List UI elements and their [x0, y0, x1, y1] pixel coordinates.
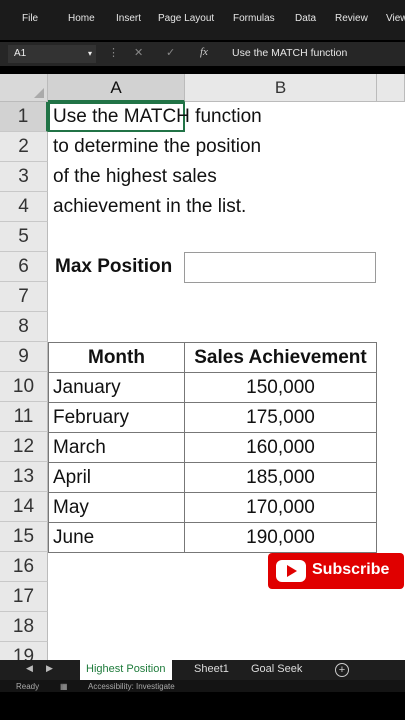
row-header-12[interactable]: 12	[0, 432, 48, 462]
sheet-tab-sheet1[interactable]: Sheet1	[188, 660, 235, 680]
macro-icon[interactable]: ▦	[60, 682, 68, 691]
max-position-input[interactable]	[184, 252, 376, 283]
cancel-icon[interactable]: ✕	[134, 46, 143, 59]
select-all-corner[interactable]	[0, 74, 48, 102]
ribbon-tab-file[interactable]: File	[22, 13, 38, 24]
status-ready: Ready	[16, 682, 40, 691]
status-bar: Ready ▦ Accessibility: Investigate	[0, 680, 405, 692]
month-cell[interactable]: June	[48, 522, 185, 553]
ribbon-tab-insert[interactable]: Insert	[116, 13, 141, 24]
row-header-19[interactable]: 19	[0, 642, 48, 660]
youtube-play-icon	[276, 560, 306, 582]
row-header-8[interactable]: 8	[0, 312, 48, 342]
row-header-6[interactable]: 6	[0, 252, 48, 282]
sales-table: Month Sales Achievement January 150,000 …	[48, 342, 377, 553]
table-row: May 170,000	[48, 492, 377, 523]
row-header-10[interactable]: 10	[0, 372, 48, 402]
row-header-4[interactable]: 4	[0, 192, 48, 222]
instruction-line-3: of the highest sales	[53, 166, 217, 187]
instruction-line-1: Use the MATCH function	[53, 106, 262, 127]
month-cell[interactable]: February	[48, 402, 185, 433]
sales-header: Sales Achievement	[184, 342, 377, 373]
sales-cell[interactable]: 150,000	[184, 372, 377, 403]
sheet-tab-highest-position[interactable]: Highest Position	[80, 660, 172, 682]
ribbon-tab-page-layout[interactable]: Page Layout	[158, 13, 214, 24]
row-header-15[interactable]: 15	[0, 522, 48, 552]
month-cell[interactable]: January	[48, 372, 185, 403]
add-sheet-icon[interactable]: +	[335, 663, 349, 677]
column-header-c[interactable]	[377, 74, 405, 102]
row-header-1[interactable]: 1	[0, 102, 48, 132]
subscribe-button[interactable]: Subscribe	[268, 553, 404, 589]
ribbon-tab-home[interactable]: Home	[68, 13, 95, 24]
bottom-bar	[0, 692, 405, 720]
sales-cell[interactable]: 185,000	[184, 462, 377, 493]
table-row: March 160,000	[48, 432, 377, 463]
ribbon-tab-formulas[interactable]: Formulas	[233, 13, 275, 24]
row-header-5[interactable]: 5	[0, 222, 48, 252]
column-header-a[interactable]: A	[48, 74, 185, 102]
ribbon-tab-data[interactable]: Data	[295, 13, 316, 24]
sales-cell[interactable]: 160,000	[184, 432, 377, 463]
table-row: January 150,000	[48, 372, 377, 403]
row-header-3[interactable]: 3	[0, 162, 48, 192]
row-header-9[interactable]: 9	[0, 342, 48, 372]
name-box-value: A1	[14, 48, 27, 59]
chevron-down-icon[interactable]: ▾	[88, 45, 92, 63]
row-header-13[interactable]: 13	[0, 462, 48, 492]
row-header-11[interactable]: 11	[0, 402, 48, 432]
sheet-tab-goal-seek[interactable]: Goal Seek	[245, 660, 308, 680]
table-row: February 175,000	[48, 402, 377, 433]
formula-bar: A1 ▾ ⋮ ✕ ✓ fx Use the MATCH function	[0, 42, 405, 66]
month-cell[interactable]: May	[48, 492, 185, 523]
scroll-right-icon[interactable]: ▶	[46, 663, 53, 674]
row-header-18[interactable]: 18	[0, 612, 48, 642]
month-cell[interactable]: April	[48, 462, 185, 493]
row-header-14[interactable]: 14	[0, 492, 48, 522]
more-options-icon[interactable]: ⋮	[108, 46, 119, 59]
max-position-label: Max Position	[55, 256, 173, 277]
sheet-tab-bar: ◀ ▶ Highest Position Sheet1 Goal Seek +	[0, 660, 405, 682]
row-header-7[interactable]: 7	[0, 282, 48, 312]
sales-cell[interactable]: 175,000	[184, 402, 377, 433]
month-header: Month	[48, 342, 185, 373]
sales-cell[interactable]: 170,000	[184, 492, 377, 523]
table-header-row: Month Sales Achievement	[48, 342, 377, 373]
sales-cell[interactable]: 190,000	[184, 522, 377, 553]
ribbon: File Home Insert Page Layout Formulas Da…	[0, 0, 405, 40]
row-header-2[interactable]: 2	[0, 132, 48, 162]
instruction-line-4: achievement in the list.	[53, 196, 247, 217]
table-row: April 185,000	[48, 462, 377, 493]
column-header-b[interactable]: B	[185, 74, 377, 102]
month-cell[interactable]: March	[48, 432, 185, 463]
formula-input[interactable]: Use the MATCH function	[232, 47, 347, 59]
ribbon-tab-view[interactable]: View	[386, 13, 405, 24]
table-row: June 190,000	[48, 522, 377, 553]
name-box[interactable]: A1 ▾	[8, 45, 96, 63]
scroll-left-icon[interactable]: ◀	[26, 663, 33, 674]
ribbon-tab-review[interactable]: Review	[335, 13, 368, 24]
insert-function-icon[interactable]: fx	[200, 46, 208, 58]
row-header-17[interactable]: 17	[0, 582, 48, 612]
subscribe-label: Subscribe	[312, 561, 390, 578]
row-header-16[interactable]: 16	[0, 552, 48, 582]
accessibility-status[interactable]: Accessibility: Investigate	[88, 682, 175, 691]
instruction-line-2: to determine the position	[53, 136, 262, 157]
enter-icon[interactable]: ✓	[166, 46, 175, 59]
